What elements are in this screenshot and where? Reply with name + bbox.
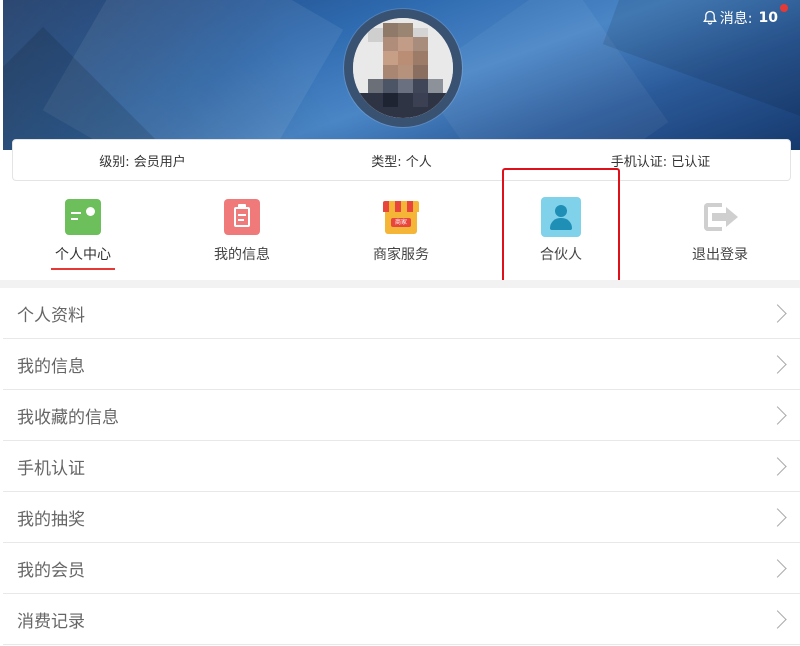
messages-count: 10 [758, 10, 778, 26]
avatar[interactable] [344, 9, 462, 127]
chevron-right-icon [768, 405, 787, 425]
bell-icon [702, 10, 717, 25]
chevron-right-icon [768, 456, 787, 476]
phone-verify-info: 手机认证: 已认证 [531, 151, 790, 170]
nav-label: 退出登录 [692, 247, 748, 263]
menu-item-profile[interactable]: 个人资料 [3, 288, 800, 339]
nav-label: 个人中心 [55, 247, 111, 263]
avatar-image [353, 18, 453, 118]
chevron-right-icon [768, 354, 787, 374]
menu-item-lottery[interactable]: 我的抽奖 [3, 492, 800, 543]
store-badge: 商家 [391, 218, 411, 227]
menu-item-label: 个人资料 [17, 305, 85, 326]
menu-item-phone-verify[interactable]: 手机认证 [3, 441, 800, 492]
menu-item-label: 我的抽奖 [17, 509, 85, 530]
account-info-bar: 级别: 会员用户 类型: 个人 手机认证: 已认证 [12, 139, 791, 181]
menu-item-membership[interactable]: 我的会员 [3, 543, 800, 594]
phone-verify-value: 已认证 [671, 154, 711, 170]
level-info: 级别: 会员用户 [13, 151, 272, 170]
person-icon [541, 197, 581, 237]
nav-my-info[interactable]: 我的信息 [187, 190, 297, 264]
quick-nav: 个人中心 我的信息 商家 商家服务 合伙人 退出登录 [0, 190, 800, 274]
section-divider [0, 280, 800, 288]
active-tab-underline [51, 268, 115, 270]
messages-indicator[interactable]: 消息: 10 [702, 4, 788, 28]
menu-item-favorites[interactable]: 我收藏的信息 [3, 390, 800, 441]
menu-item-label: 消费记录 [17, 611, 85, 632]
notification-dot [780, 4, 788, 12]
nav-label: 合伙人 [540, 247, 582, 263]
nav-logout[interactable]: 退出登录 [665, 190, 775, 264]
phone-verify-label: 手机认证: [610, 154, 668, 170]
type-info: 类型: 个人 [272, 151, 531, 170]
menu-item-label: 我的信息 [17, 356, 85, 377]
nav-label: 商家服务 [373, 247, 429, 263]
chevron-right-icon [768, 303, 787, 323]
profile-header-banner: 消息: 10 [3, 0, 800, 150]
logout-icon [702, 199, 738, 235]
menu-item-label: 我收藏的信息 [17, 407, 119, 428]
type-value: 个人 [405, 154, 432, 170]
nav-label: 我的信息 [214, 247, 270, 263]
menu-item-purchase-history[interactable]: 消费记录 [3, 594, 800, 645]
account-menu: 个人资料 我的信息 我收藏的信息 手机认证 我的抽奖 我的会员 消费记录 [3, 288, 800, 645]
menu-item-label: 手机认证 [17, 458, 85, 479]
chevron-right-icon [768, 558, 787, 578]
storefront-icon: 商家 [383, 199, 419, 235]
messages-label: 消息: [719, 11, 753, 27]
nav-merchant-service[interactable]: 商家 商家服务 [346, 190, 456, 264]
level-label: 级别: [99, 154, 130, 170]
menu-item-label: 我的会员 [17, 560, 85, 581]
level-value: 会员用户 [133, 154, 186, 170]
chevron-right-icon [768, 609, 787, 629]
id-card-icon [65, 199, 101, 235]
menu-item-my-info[interactable]: 我的信息 [3, 339, 800, 390]
nav-personal-center[interactable]: 个人中心 [28, 190, 138, 270]
type-label: 类型: [371, 154, 402, 170]
nav-partner[interactable]: 合伙人 [506, 190, 616, 264]
chevron-right-icon [768, 507, 787, 527]
clipboard-icon [224, 199, 260, 235]
